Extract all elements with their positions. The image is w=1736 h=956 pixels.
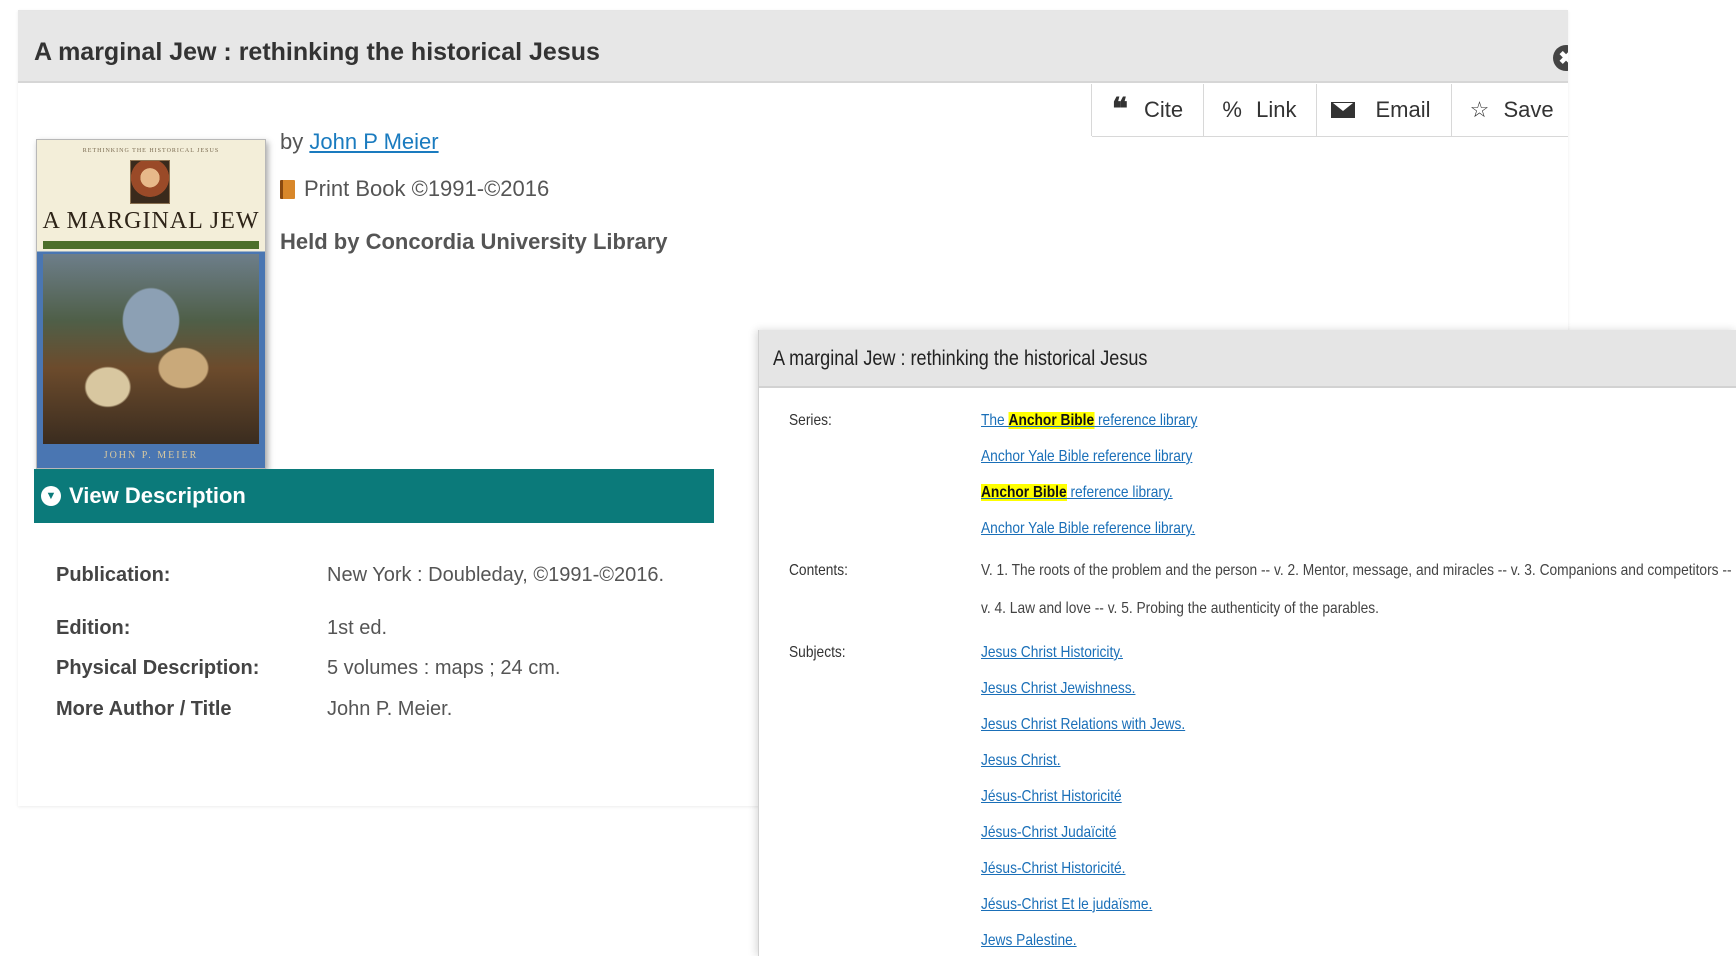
series-link[interactable]: Anchor Yale Bible reference library. (981, 520, 1195, 538)
detail-value: 1st ed. (327, 617, 388, 639)
detail-value: New York : Doubleday, ©1991-©2016. (327, 564, 665, 586)
subject-link[interactable]: Jesus Christ. (981, 752, 1061, 770)
contents-line: V. 1. The roots of the problem and the p… (981, 562, 1732, 579)
close-icon[interactable]: ✖ (1553, 45, 1568, 71)
series-text: reference library. (1066, 484, 1173, 501)
star-icon: ☆ (1469, 97, 1490, 122)
cover-painting (43, 254, 259, 444)
link-icon: % (1222, 97, 1242, 122)
series-link[interactable]: The Anchor Bible reference library (981, 412, 1197, 430)
overlay-title-bar: A marginal Jew : rethinking the historic… (759, 330, 1736, 388)
cite-button[interactable]: ❝ Cite (1092, 84, 1205, 137)
by-prefix: by (280, 129, 304, 154)
link-label: Link (1256, 97, 1297, 122)
contents-label: Contents: (789, 562, 848, 579)
format-line: Print Book ©1991-©2016 (280, 176, 549, 202)
detail-label: More Author / Title (56, 698, 232, 720)
format-text: Print Book ©1991-©2016 (304, 176, 550, 201)
chevron-down-icon: ▼ (41, 486, 61, 506)
detail-label: Physical Description: (56, 657, 260, 679)
search-highlight: Anchor Bible (1008, 412, 1095, 429)
save-button[interactable]: ☆ Save (1451, 84, 1568, 137)
cover-title: A MARGINAL JEW (42, 208, 260, 234)
envelope-icon (1331, 102, 1356, 118)
author-link[interactable]: John P Meier (309, 129, 438, 154)
email-label: Email (1375, 97, 1431, 122)
cover-portrait (130, 160, 170, 204)
save-label: Save (1503, 97, 1554, 122)
detail-label: Edition: (56, 617, 131, 639)
cover-top-text: RETHINKING THE HISTORICAL JESUS (82, 148, 220, 154)
author-line: by John P Meier (280, 129, 439, 155)
detail-label: Publication: (56, 564, 171, 586)
search-highlight: Anchor Bible (981, 484, 1067, 501)
overlay-title: A marginal Jew : rethinking the historic… (773, 347, 1148, 370)
subjects-label: Subjects: (789, 644, 846, 661)
record-title: A marginal Jew : rethinking the historic… (34, 38, 600, 66)
series-text: reference library (1094, 412, 1198, 429)
subject-link[interactable]: Jésus-Christ Historicité (981, 788, 1122, 806)
subject-link[interactable]: Jesus Christ Relations with Jews. (981, 716, 1185, 734)
subject-link[interactable]: Jews Palestine. (981, 932, 1077, 950)
subject-link[interactable]: Jésus-Christ Historicité. (981, 860, 1126, 878)
subject-link[interactable]: Jesus Christ Jewishness. (981, 680, 1135, 698)
detail-value: John P. Meier. (327, 698, 453, 720)
series-text: Anchor Yale Bible reference library (981, 448, 1193, 465)
held-by-text: Held by Concordia University Library (280, 229, 668, 254)
book-cover-image[interactable]: RETHINKING THE HISTORICAL JESUS A MARGIN… (36, 139, 266, 469)
contents-line: v. 4. Law and love -- v. 5. Probing the … (981, 600, 1379, 617)
view-description-label: View Description (69, 483, 246, 508)
link-button[interactable]: % Link (1204, 84, 1318, 137)
subject-link[interactable]: Jesus Christ Historicity. (981, 644, 1123, 662)
detail-value: 5 volumes : maps ; 24 cm. (327, 657, 561, 679)
cover-author: JOHN P. MEIER (103, 450, 199, 461)
series-text: The (981, 412, 1009, 429)
record-title-bar: A marginal Jew : rethinking the historic… (18, 11, 1568, 83)
series-link[interactable]: Anchor Bible reference library. (981, 484, 1173, 502)
subject-link[interactable]: Jésus-Christ Et le judaïsme. (981, 896, 1152, 914)
email-button[interactable]: Email (1317, 84, 1452, 137)
book-icon (280, 179, 295, 199)
series-label: Series: (789, 412, 832, 429)
cover-band (43, 241, 259, 249)
record-overlay-window: A marginal Jew : rethinking the historic… (758, 330, 1736, 956)
series-text: Anchor Yale Bible reference library. (981, 520, 1196, 537)
series-link[interactable]: Anchor Yale Bible reference library (981, 448, 1192, 466)
record-action-bar: ❝ Cite % Link Email ☆ Save (1091, 84, 1568, 137)
view-description-toggle[interactable]: ▼ View Description (34, 469, 714, 523)
quote-icon: ❝ (1111, 92, 1129, 127)
subject-link[interactable]: Jésus-Christ Judaïcité (981, 824, 1116, 842)
cite-label: Cite (1144, 97, 1184, 122)
